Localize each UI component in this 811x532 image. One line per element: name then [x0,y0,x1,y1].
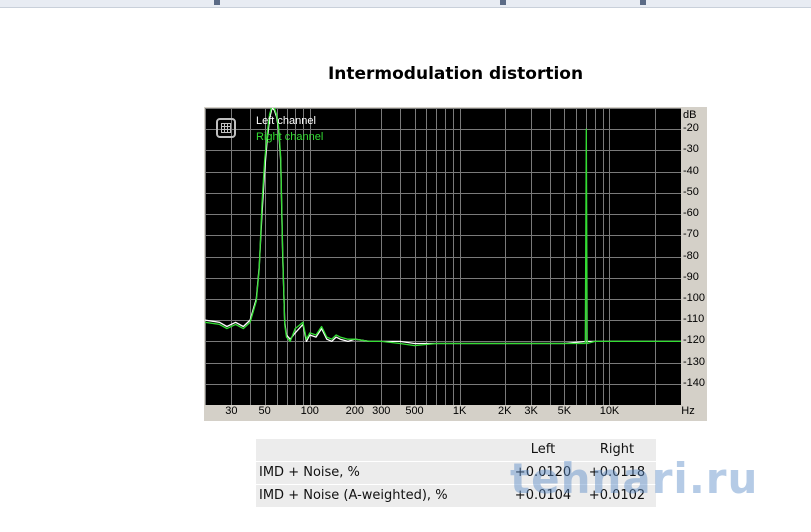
x-tick-label: 5K [557,405,572,417]
y-tick-label: -100 [683,291,706,304]
metric-label: IMD + Noise, % [259,465,360,480]
browser-top-strip [0,0,811,8]
toolbar-icon [500,0,506,5]
legend-left-channel: Left channel [256,115,316,127]
x-tick-label: 30 [225,405,238,417]
y-tick-label: -20 [683,122,699,135]
y-tick-label: -90 [683,270,699,283]
x-tick-label: 2K [498,405,512,417]
x-tick-label: 3K [524,405,538,417]
y-tick-label: -70 [683,228,699,241]
y-unit-label: dB [683,109,697,121]
x-tick-label: 10K [599,405,620,417]
y-tick-label: -80 [683,249,699,262]
y-tick-label: -140 [683,376,706,389]
toolbar-icon [214,0,220,5]
chart-grid-icon[interactable] [216,118,236,138]
page-title: Intermodulation distortion [327,64,584,84]
x-tick-label: 300 [372,405,391,417]
metric-label: IMD + Noise (A-weighted), % [259,488,448,503]
y-tick-label: -130 [683,355,706,368]
y-tick-label: -50 [683,185,699,198]
x-unit-label: Hz [681,405,695,417]
legend-right-channel: Right channel [256,131,324,143]
y-tick-label: -40 [683,164,699,177]
spectrum-chart [205,108,681,405]
x-tick-label: 500 [405,405,424,417]
x-tick-label: 50 [258,405,271,417]
y-tick-label: -110 [683,313,705,326]
watermark-logo: tehnari.ru [510,454,759,503]
x-tick-label: 200 [345,405,365,417]
y-tick-label: -30 [683,143,699,156]
toolbar-icon [640,0,646,5]
x-tick-label: 1K [452,405,467,417]
y-tick-label: -120 [683,334,706,347]
plot-area: Left channel Right channel [205,108,681,405]
y-tick-label: -60 [683,207,699,220]
x-tick-label: 100 [300,405,319,417]
